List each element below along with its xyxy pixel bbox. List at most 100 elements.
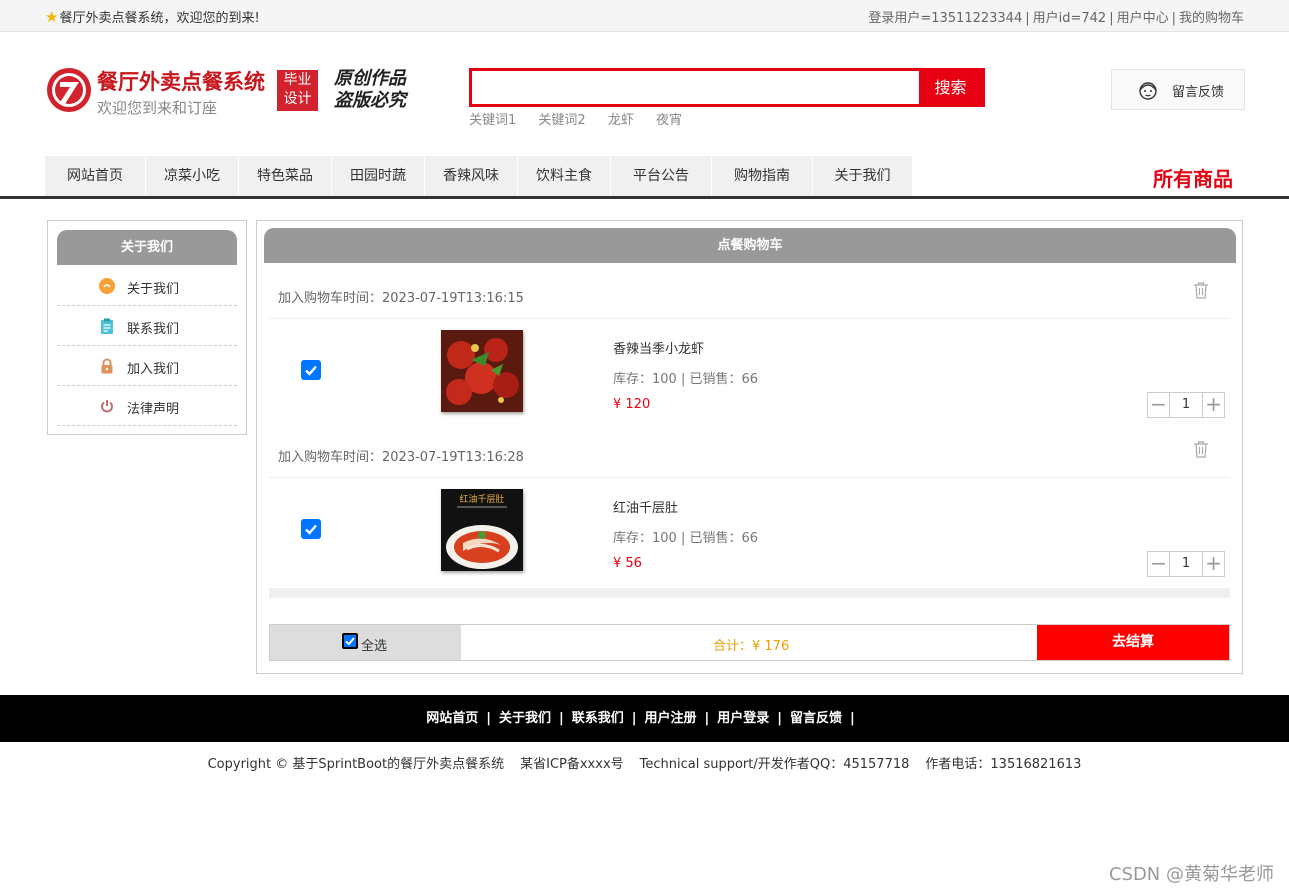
trash-icon[interactable] — [1193, 281, 1209, 299]
search-box: 搜索 — [469, 68, 985, 107]
quantity-value[interactable]: 1 — [1170, 556, 1202, 571]
cart-item-time: 加入购物车时间：2023-07-19T13:16:28 — [278, 450, 524, 465]
quantity-stepper: − 1 + — [1147, 551, 1225, 577]
hot-keywords: 关键词1 关键词2 龙虾 夜宵 — [469, 109, 700, 128]
search-button[interactable]: 搜索 — [919, 68, 982, 107]
sidebar-item-label: 关于我们 — [127, 282, 180, 297]
nav-item-about[interactable]: 关于我们 — [813, 156, 913, 196]
footer-link-feedback[interactable]: 留言反馈 — [790, 711, 842, 726]
brand-title: 餐厅外卖点餐系统 — [97, 70, 265, 94]
quantity-value[interactable]: 1 — [1170, 397, 1202, 412]
nav-item-home[interactable]: 网站首页 — [45, 156, 146, 196]
icp-text: 某省ICP备xxxx号 — [520, 757, 624, 772]
item-checkbox[interactable] — [301, 519, 321, 539]
welcome-text: ★ 餐厅外卖点餐系统，欢迎您的到来! — [45, 7, 260, 27]
cart-total: 合计：¥ 176 — [713, 639, 790, 654]
power-icon — [101, 400, 113, 413]
user-id: 用户id=742 — [1032, 11, 1107, 26]
select-all[interactable]: 全选 — [270, 625, 461, 660]
product-name[interactable]: 红油千层肚 — [613, 497, 678, 516]
badge-line2: 设计 — [283, 91, 312, 107]
sidebar-item-label: 加入我们 — [127, 362, 180, 377]
quantity-stepper: − 1 + — [1147, 392, 1225, 418]
nav-item-vegetables[interactable]: 田园时蔬 — [332, 156, 425, 196]
brand-subtitle: 欢迎您到来和订座 — [97, 99, 218, 117]
badge-line1: 毕业 — [283, 72, 312, 88]
sidebar-item-legal[interactable]: 法律声明 — [57, 386, 237, 426]
nav-item-drinks[interactable]: 饮料主食 — [518, 156, 611, 196]
row-divider — [269, 477, 1230, 478]
sidebar-item-about[interactable]: 关于我们 — [57, 266, 237, 306]
customer-service-icon — [1139, 82, 1157, 100]
footer-link-about[interactable]: 关于我们 — [499, 711, 551, 726]
footer-nav: 网站首页 | 关于我们 | 联系我们 | 用户注册 | 用户登录 | 留言反馈 | — [0, 695, 1289, 742]
lock-icon — [101, 358, 113, 374]
feedback-button[interactable]: 留言反馈 — [1111, 69, 1245, 110]
sidebar-title: 关于我们 — [57, 230, 237, 265]
support-text: Technical support/开发作者QQ：45157718 — [639, 757, 910, 772]
footer-link-register[interactable]: 用户注册 — [645, 711, 697, 726]
main-nav: 网站首页 凉菜小吃 特色菜品 田园时蔬 香辣风味 饮料主食 平台公告 购物指南 … — [45, 156, 913, 196]
product-price: ¥ 120 — [613, 397, 651, 412]
about-icon — [99, 278, 115, 294]
trash-icon[interactable] — [1193, 440, 1209, 458]
select-all-label: 全选 — [361, 639, 388, 654]
nav-item-announcements[interactable]: 平台公告 — [611, 156, 712, 196]
increase-button[interactable]: + — [1202, 393, 1224, 417]
check-icon — [345, 637, 355, 646]
phone-text: 作者电话：13516821613 — [925, 757, 1082, 772]
footer-link-login[interactable]: 用户登录 — [717, 711, 769, 726]
sidebar-item-join[interactable]: 加入我们 — [57, 346, 237, 386]
keyword-link[interactable]: 关键词2 — [538, 113, 585, 128]
tripe-image-caption: 红油千层肚 — [459, 493, 504, 505]
footer-link-contact[interactable]: 联系我们 — [572, 711, 624, 726]
contact-icon — [101, 318, 113, 334]
checkout-bar: 全选 合计：¥ 176 去结算 — [269, 624, 1230, 661]
slogan: 原创作品 盗版必究 — [334, 68, 406, 112]
top-links: 登录用户=13511223344 | 用户id=742 | 用户中心 | 我的购物车 — [868, 11, 1244, 26]
tripe-image[interactable]: 红油千层肚 — [441, 489, 523, 571]
keyword-link[interactable]: 龙虾 — [608, 113, 634, 128]
star-icon: ★ — [45, 7, 59, 26]
nav-item-spicy[interactable]: 香辣风味 — [425, 156, 518, 196]
decrease-button[interactable]: − — [1148, 393, 1170, 417]
footer-link-home[interactable]: 网站首页 — [426, 711, 478, 726]
cart-panel: 点餐购物车 加入购物车时间：2023-07-19T13:16:15 香辣当季小龙… — [256, 220, 1243, 674]
slogan-line1: 原创作品 — [334, 68, 406, 89]
cart-title: 点餐购物车 — [264, 228, 1236, 263]
logo-icon[interactable] — [45, 66, 93, 114]
decrease-button[interactable]: − — [1148, 552, 1170, 576]
user-center-link[interactable]: 用户中心 — [1117, 11, 1169, 26]
copyright-text: Copyright © 基于SprintBoot的餐厅外卖点餐系统 — [207, 757, 505, 772]
product-stock: 库存：100 | 已销售：66 — [613, 531, 758, 546]
watermark: CSDN @黄菊华老师 — [1108, 864, 1274, 885]
crayfish-image[interactable] — [441, 330, 523, 412]
nav-item-cold-dishes[interactable]: 凉菜小吃 — [146, 156, 239, 196]
sidebar-item-label: 联系我们 — [127, 322, 180, 337]
check-icon — [305, 365, 317, 376]
product-stock: 库存：100 | 已销售：66 — [613, 372, 758, 387]
user-info: 登录用户=13511223344 — [868, 11, 1023, 26]
copyright-line: Copyright © 基于SprintBoot的餐厅外卖点餐系统 某省ICP备x… — [0, 753, 1289, 772]
sidebar-item-contact[interactable]: 联系我们 — [57, 306, 237, 346]
cart-item-time: 加入购物车时间：2023-07-19T13:16:15 — [278, 291, 524, 306]
keyword-link[interactable]: 关键词1 — [469, 113, 516, 128]
select-all-checkbox[interactable] — [342, 633, 358, 649]
slogan-line2: 盗版必究 — [334, 90, 406, 111]
my-cart-link[interactable]: 我的购物车 — [1179, 11, 1244, 26]
all-goods-link[interactable]: 所有商品 — [1153, 163, 1233, 192]
nav-divider — [0, 196, 1289, 199]
search-input[interactable] — [472, 71, 922, 104]
sidebar-item-label: 法律声明 — [127, 402, 180, 417]
feedback-label: 留言反馈 — [1172, 85, 1225, 100]
row-divider — [269, 318, 1230, 319]
item-checkbox[interactable] — [301, 360, 321, 380]
nav-item-specialty[interactable]: 特色菜品 — [239, 156, 332, 196]
keyword-link[interactable]: 夜宵 — [656, 113, 682, 128]
increase-button[interactable]: + — [1202, 552, 1224, 576]
nav-item-shopping-guide[interactable]: 购物指南 — [712, 156, 813, 196]
checkout-button[interactable]: 去结算 — [1037, 625, 1229, 660]
cart-separator — [269, 588, 1230, 598]
product-name[interactable]: 香辣当季小龙虾 — [613, 338, 704, 357]
welcome-label: 餐厅外卖点餐系统，欢迎您的到来! — [59, 11, 260, 26]
